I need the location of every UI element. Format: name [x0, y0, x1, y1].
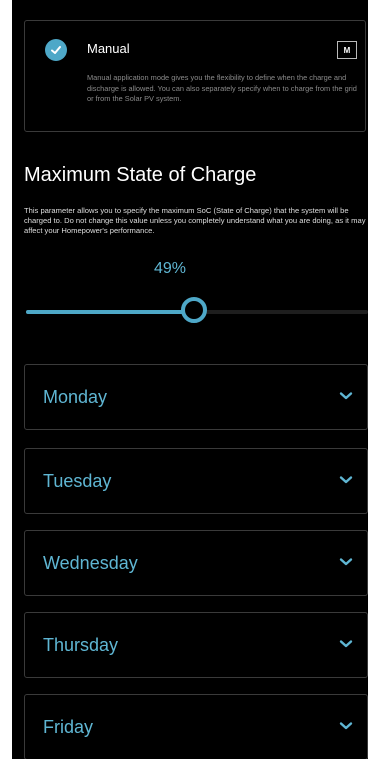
left-edge: [0, 0, 12, 759]
day-card-wednesday[interactable]: Wednesday: [24, 530, 368, 596]
soc-slider-fill: [26, 310, 194, 314]
day-label: Thursday: [43, 635, 119, 655]
soc-title: Maximum State of Charge: [24, 164, 257, 186]
chevron-down-icon[interactable]: [339, 639, 353, 649]
day-label: Tuesday: [43, 471, 112, 491]
day-card-friday[interactable]: Friday: [24, 694, 368, 759]
day-card-tuesday[interactable]: Tuesday: [24, 448, 368, 514]
screen: Manual M Manual application mode gives y…: [12, 0, 368, 759]
mode-title: Manual: [87, 41, 130, 56]
soc-slider-thumb[interactable]: [180, 297, 207, 323]
soc-description: This parameter allows you to specify the…: [24, 206, 366, 235]
chevron-down-icon[interactable]: [339, 391, 353, 401]
right-edge: [368, 0, 372, 759]
mode-description: Manual application mode gives you the fl…: [87, 73, 357, 103]
mode-badge: M: [337, 41, 357, 59]
chevron-down-icon[interactable]: [339, 475, 353, 485]
soc-value-label: 49%: [154, 260, 187, 277]
chevron-down-icon[interactable]: [339, 557, 353, 567]
check-icon: [45, 39, 67, 61]
manual-mode-card[interactable]: Manual M Manual application mode gives y…: [24, 20, 366, 132]
day-card-monday[interactable]: Monday: [24, 364, 368, 430]
day-label: Wednesday: [43, 553, 138, 573]
day-label: Friday: [43, 717, 94, 737]
chevron-down-icon[interactable]: [339, 721, 353, 731]
day-label: Monday: [43, 387, 108, 407]
day-card-thursday[interactable]: Thursday: [24, 612, 368, 678]
soc-slider[interactable]: [26, 297, 368, 323]
